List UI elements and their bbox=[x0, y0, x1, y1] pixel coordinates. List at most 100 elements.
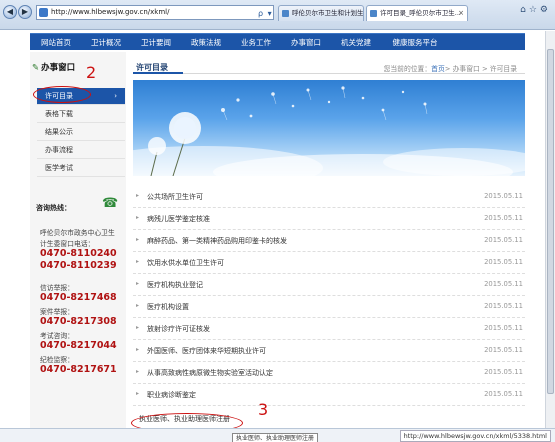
nav-item-service-window[interactable]: 办事窗口 bbox=[288, 34, 324, 51]
breadcrumb-home-link[interactable]: 首页 bbox=[431, 65, 445, 73]
list-item-title[interactable]: 麻醉药品、第一类精神药品购用印鉴卡的核发 bbox=[147, 236, 287, 246]
sidebar-item-medical-exam[interactable]: 医学考试 bbox=[37, 160, 125, 177]
bullet-icon: ▸ bbox=[136, 302, 140, 309]
nav-item-overview[interactable]: 卫计概况 bbox=[88, 34, 124, 51]
list-item-title[interactable]: 放射诊疗许可证核发 bbox=[147, 324, 210, 334]
bullet-icon: ▸ bbox=[136, 390, 140, 397]
list-item-title[interactable]: 病残儿医学鉴定核准 bbox=[147, 214, 210, 224]
link-tooltip: 执业医师、执业助理医师注册 bbox=[232, 433, 319, 442]
sidebar-item-form-download[interactable]: 表格下载 bbox=[37, 106, 125, 123]
letter-phone: 0470-8217468 bbox=[40, 292, 117, 303]
discipline-label: 纪检监察： bbox=[40, 356, 74, 364]
sidebar-item-process[interactable]: 办事流程 bbox=[37, 142, 125, 159]
sidebar-title: ✎ 办事窗口 bbox=[32, 61, 75, 73]
pencil-icon: ✎ bbox=[32, 63, 40, 73]
banner-graphic bbox=[133, 86, 525, 176]
list-item-title[interactable]: 医疗机构执业登记 bbox=[147, 280, 203, 290]
annotation-ring-sidebar bbox=[33, 86, 91, 103]
list-item-date: 2015.05.11 bbox=[484, 214, 523, 222]
bullet-icon: ▸ bbox=[136, 214, 140, 221]
list-item-date: 2015.05.11 bbox=[484, 390, 523, 398]
center-phone-2: 0470-8110239 bbox=[40, 260, 117, 271]
window-controls[interactable]: ⌂☆⚙ bbox=[520, 5, 551, 15]
bullet-icon: ▸ bbox=[136, 346, 140, 353]
discipline-phone: 0470-8217671 bbox=[40, 364, 117, 375]
list-item-title[interactable]: 公共场所卫生许可 bbox=[147, 192, 203, 202]
nav-item-health-platform[interactable]: 健康服务平台 bbox=[388, 34, 442, 51]
tab-favicon-icon bbox=[282, 10, 289, 17]
bullet-icon: ▸ bbox=[136, 236, 140, 243]
exam-phone: 0470-8217044 bbox=[40, 340, 117, 351]
tab-close-icon[interactable]: × bbox=[458, 6, 464, 21]
list-item[interactable]: ▸ 病残儿医学鉴定核准 2015.05.11 bbox=[133, 208, 525, 230]
list-item-date: 2015.05.11 bbox=[484, 192, 523, 200]
bullet-icon: ▸ bbox=[136, 280, 140, 287]
list-item[interactable]: ▸ 医疗机构设置 2015.05.11 bbox=[133, 296, 525, 318]
sidebar-title-text: 办事窗口 bbox=[41, 63, 76, 73]
list-item[interactable]: ▸ 职业病诊断鉴定 2015.05.11 bbox=[133, 384, 525, 406]
nav-item-party[interactable]: 机关党建 bbox=[338, 34, 374, 51]
breadcrumb-rest: > 办事窗口 > 许可目录 bbox=[444, 65, 517, 73]
list-item-title[interactable]: 医疗机构设置 bbox=[147, 302, 189, 312]
list-item-title[interactable]: 职业病诊断鉴定 bbox=[147, 390, 196, 400]
list-item-date: 2015.05.11 bbox=[484, 324, 523, 332]
title-accent bbox=[133, 72, 183, 74]
center-phone-1: 0470-8110240 bbox=[40, 248, 117, 259]
breadcrumb: 您当前的位置：首页> 办事窗口 > 许可目录 bbox=[384, 63, 517, 73]
address-tools[interactable]: ρ ▾ ⊠ C × bbox=[258, 7, 273, 19]
back-arrow-icon[interactable]: ◀ bbox=[3, 5, 17, 19]
list-item[interactable]: ▸ 外国医师、医疗团体来华短期执业许可 2015.05.11 bbox=[133, 340, 525, 362]
phone-icon: ☎ bbox=[102, 196, 119, 211]
title-divider bbox=[133, 73, 525, 74]
letter-label: 信访举报： bbox=[40, 284, 74, 292]
status-url: http://www.hlbewsjw.gov.cn/xkml/5338.htm… bbox=[399, 430, 551, 442]
bullet-icon: ▸ bbox=[136, 258, 140, 265]
nav-item-policy[interactable]: 政策法规 bbox=[188, 34, 224, 51]
tab-favicon-icon bbox=[370, 10, 377, 17]
list-item[interactable]: ▸ 饮用水供水单位卫生许可 2015.05.11 bbox=[133, 252, 525, 274]
chevron-right-icon: › bbox=[114, 92, 117, 100]
address-bar[interactable]: http://www.hlbewsjw.gov.cn/xkml/ ρ ▾ ⊠ C… bbox=[36, 5, 274, 20]
list-item-date: 2015.05.11 bbox=[484, 280, 523, 288]
nav-item-news[interactable]: 卫计要闻 bbox=[138, 34, 174, 51]
bullet-icon: ▸ bbox=[136, 324, 140, 331]
address-url: http://www.hlbewsjw.gov.cn/xkml/ bbox=[51, 8, 170, 16]
list-item[interactable]: ▸ 放射诊疗许可证核发 2015.05.11 bbox=[133, 318, 525, 340]
list-item-date: 2015.05.11 bbox=[484, 302, 523, 310]
browser-tab-label: 许可目录_呼伦贝尔市卫生... bbox=[380, 9, 461, 17]
bullet-icon: ▸ bbox=[136, 192, 140, 199]
browser-tab-label: 呼伦贝尔市卫生和计划生育委... bbox=[292, 9, 364, 17]
browser-toolbar: ◀ ▶ http://www.hlbewsjw.gov.cn/xkml/ ρ ▾… bbox=[0, 0, 555, 30]
breadcrumb-prefix: 您当前的位置： bbox=[383, 65, 432, 73]
nav-item-home[interactable]: 网站首页 bbox=[38, 34, 74, 51]
list-item-date: 2015.05.11 bbox=[484, 258, 523, 266]
supervise-label: 案件举报： bbox=[40, 308, 74, 316]
list-item-title[interactable]: 从事高致病性病原微生物实验室活动认定 bbox=[147, 368, 273, 378]
sidebar-item-results[interactable]: 结果公示 bbox=[37, 124, 125, 141]
forward-arrow-icon[interactable]: ▶ bbox=[18, 5, 32, 19]
list-item[interactable]: ▸ 从事高致病性病原微生物实验室活动认定 2015.05.11 bbox=[133, 362, 525, 384]
nav-item-business[interactable]: 业务工作 bbox=[238, 34, 274, 51]
list-item[interactable]: ▸ 公共场所卫生许可 2015.05.11 bbox=[133, 186, 525, 208]
site-navbar: 网站首页 卫计概况 卫计要闻 政策法规 业务工作 办事窗口 机关党建 健康服务平… bbox=[30, 33, 525, 50]
list-item-title[interactable]: 饮用水供水单位卫生许可 bbox=[147, 258, 224, 268]
center-line2: 计生委窗口电话： bbox=[40, 240, 95, 248]
annotation-number-2: 2 bbox=[86, 63, 97, 82]
scrollbar-thumb[interactable] bbox=[547, 49, 554, 394]
list-item-date: 2015.05.11 bbox=[484, 346, 523, 354]
exam-label: 考试咨询： bbox=[40, 332, 74, 340]
hotline-label: 咨询热线： bbox=[36, 204, 71, 212]
dandelion-banner-image bbox=[133, 80, 525, 176]
browser-tab-active[interactable]: 许可目录_呼伦贝尔市卫生... × bbox=[366, 5, 468, 21]
list-item[interactable]: ▸ 麻醉药品、第一类精神药品购用印鉴卡的核发 2015.05.11 bbox=[133, 230, 525, 252]
site-favicon-icon bbox=[39, 8, 48, 17]
list-item-title[interactable]: 外国医师、医疗团体来华短期执业许可 bbox=[147, 346, 266, 356]
supervise-phone: 0470-8217308 bbox=[40, 316, 117, 327]
annotation-number-3: 3 bbox=[258, 400, 269, 419]
list-item-date: 2015.05.11 bbox=[484, 368, 523, 376]
browser-tab[interactable]: 呼伦贝尔市卫生和计划生育委... bbox=[278, 5, 364, 21]
bullet-icon: ▸ bbox=[136, 368, 140, 375]
list-item-date: 2015.05.11 bbox=[484, 236, 523, 244]
list-item[interactable]: ▸ 医疗机构执业登记 2015.05.11 bbox=[133, 274, 525, 296]
vertical-scrollbar[interactable] bbox=[545, 31, 555, 428]
